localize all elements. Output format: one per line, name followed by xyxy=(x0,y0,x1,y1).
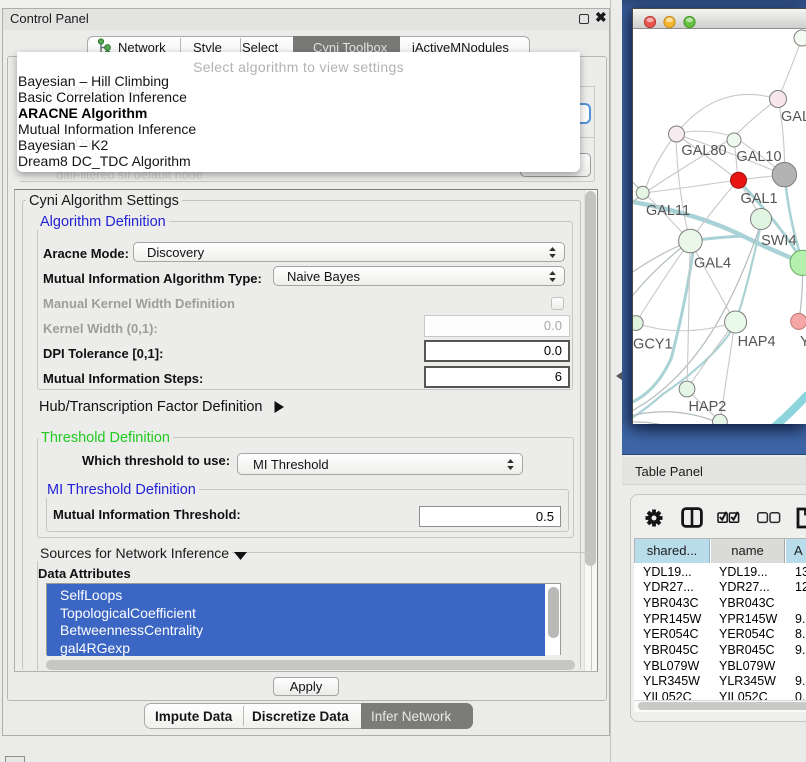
svg-text:GAL80: GAL80 xyxy=(681,143,726,159)
svg-text:YEL0: YEL0 xyxy=(800,334,806,350)
svg-text:HAP2: HAP2 xyxy=(688,399,726,415)
svg-text:GAL7: GAL7 xyxy=(781,109,806,125)
svg-text:SWI4: SWI4 xyxy=(761,233,796,249)
svg-text:GAL1: GAL1 xyxy=(740,191,777,207)
svg-text:GCY1: GCY1 xyxy=(633,337,673,353)
svg-text:GAL4: GAL4 xyxy=(694,255,731,271)
svg-text:GAL11: GAL11 xyxy=(646,203,690,219)
svg-text:HAP4: HAP4 xyxy=(738,334,776,350)
svg-text:GAL10: GAL10 xyxy=(736,149,781,165)
